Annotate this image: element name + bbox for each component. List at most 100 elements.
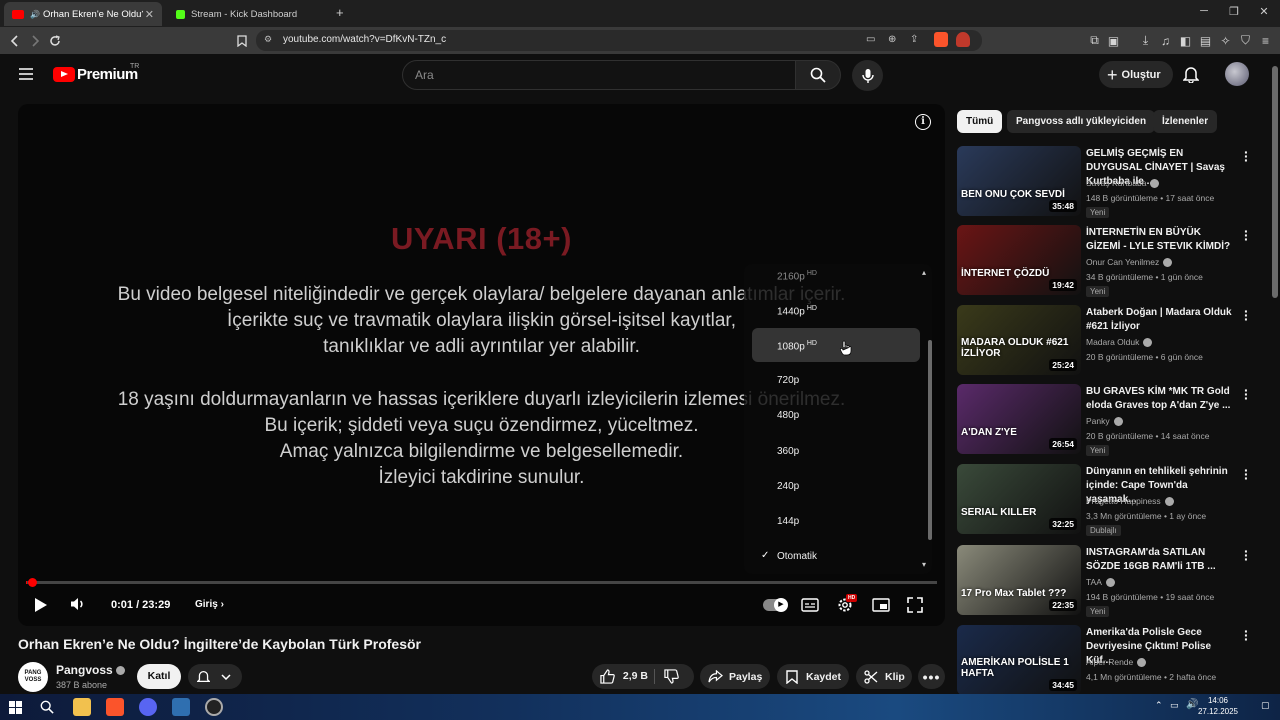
tray-chevron-up-icon[interactable]: ⌃ (1155, 700, 1163, 711)
recommended-video[interactable]: A'DAN Z'YE 26:54 BU GRAVES KİM *MK TR Gold… (957, 383, 1257, 456)
like-button[interactable]: 2,9 B (600, 669, 648, 684)
quality-option-selected[interactable]: Otomatik (777, 551, 817, 562)
more-options-icon[interactable]: · · · (1244, 544, 1249, 566)
progress-bar[interactable] (26, 578, 937, 587)
tab-kick[interactable]: Stream - Kick Dashboard (168, 2, 326, 26)
leo-icon[interactable]: ✧ (1218, 33, 1233, 48)
network-icon[interactable]: ▭ (1170, 700, 1179, 711)
subscribe-bell-button[interactable] (188, 664, 242, 689)
video-thumbnail[interactable]: SERIAL KILLER 32:25 (957, 464, 1081, 534)
site-settings-icon[interactable]: ⚙ (264, 34, 272, 45)
sidebar-toggle-icon[interactable]: ◧ (1178, 33, 1193, 48)
more-options-icon[interactable]: · · · (1244, 463, 1249, 485)
more-options-icon[interactable]: · · · (1244, 383, 1249, 405)
recommended-channel[interactable]: Onur Can Yenilmez (1086, 257, 1173, 267)
more-options-icon[interactable]: · · · (1244, 624, 1249, 646)
brave-browser-icon[interactable] (106, 698, 124, 716)
quality-option[interactable]: 2160p HD (777, 270, 817, 282)
dislike-button[interactable] (664, 669, 679, 684)
play-icon[interactable] (34, 597, 48, 613)
minimize-icon[interactable]: ─ (1196, 5, 1212, 17)
wallet-card-icon[interactable]: ▤ (1198, 33, 1213, 48)
windows-start-icon[interactable] (9, 701, 22, 714)
more-options-icon[interactable]: · · · (1244, 304, 1249, 326)
music-icon[interactable]: ♫ (1158, 33, 1173, 48)
quality-option[interactable]: 240p (777, 481, 799, 492)
recommended-channel[interactable]: Alper Rende (1086, 657, 1147, 667)
brave-shield-icon[interactable] (934, 32, 948, 47)
recommended-channel[interactable]: Savaş Kurtbaba (1086, 178, 1160, 188)
recommended-video[interactable]: İNTERNET ÇÖZDÜ 19:42 İNTERNETİN EN BÜYÜK G… (957, 224, 1257, 297)
reload-icon[interactable] (47, 33, 62, 48)
chip-from-uploader[interactable]: Pangvoss adlı yükleyiciden (1007, 110, 1156, 133)
extensions-icon[interactable]: ⧉ (1087, 33, 1102, 48)
logo-text[interactable]: Premium (77, 66, 138, 83)
taskbar-clock[interactable]: 14:06 27.12.2025 (1195, 695, 1241, 717)
close-window-icon[interactable]: ✕ (1256, 5, 1272, 18)
hamburger-menu-icon[interactable] (19, 68, 33, 80)
info-icon[interactable]: i (915, 114, 931, 130)
video-thumbnail[interactable]: BEN ONU ÇOK SEVDİ 35:48 (957, 146, 1081, 216)
quality-option-hovered[interactable]: 1080p HD (777, 340, 817, 352)
address-bar[interactable]: ⚙ youtube.com/watch?v=DfKvN-TZn_c ▭ ⊕ ⇪ (256, 30, 982, 51)
recommended-video[interactable]: 17 Pro Max Tablet ??? 22:35 INSTAGRAM'da S… (957, 544, 1257, 617)
recommended-channel[interactable]: Panky (1086, 416, 1123, 426)
save-button[interactable]: Kaydet (777, 664, 849, 689)
quality-option[interactable]: 144p (777, 516, 799, 527)
more-actions-button[interactable]: ••• (918, 664, 945, 689)
app-icon[interactable] (172, 698, 190, 716)
page-scrollbar[interactable] (1270, 54, 1280, 694)
new-tab-button[interactable]: + (336, 5, 344, 20)
voice-search-button[interactable] (852, 60, 883, 91)
notification-center-icon[interactable]: ▢ (1261, 700, 1270, 711)
video-thumbnail[interactable]: İNTERNET ÇÖZDÜ 19:42 (957, 225, 1081, 295)
recommended-channel[interactable]: Progetto Happiness (1086, 496, 1174, 506)
scroll-up-icon[interactable]: ▴ (922, 268, 926, 277)
clip-button[interactable]: Klip (856, 664, 912, 689)
discord-icon[interactable] (139, 698, 157, 716)
back-icon[interactable] (7, 33, 22, 48)
recommended-title[interactable]: BU GRAVES KİM *MK TR Gold eloda Graves t… (1086, 385, 1238, 413)
recommended-title[interactable]: İNTERNETİN EN BÜYÜK GİZEMİ - LYLE STEVIK… (1086, 226, 1238, 254)
restore-icon[interactable]: ❐ (1226, 5, 1242, 18)
recommended-video[interactable]: SERIAL KILLER 32:25 Dünyanın en tehlikeli … (957, 463, 1257, 536)
tab-close-icon[interactable]: ✕ (145, 8, 154, 21)
share-page-icon[interactable]: ⇪ (910, 34, 918, 45)
menu-icon[interactable]: ≡ (1258, 33, 1273, 48)
quality-option[interactable]: 720p (777, 375, 799, 386)
quality-option[interactable]: 480p (777, 410, 799, 421)
autoplay-toggle[interactable]: ▶ (763, 598, 788, 612)
page-scrollbar-thumb[interactable] (1272, 66, 1278, 298)
share-button[interactable]: Paylaş (700, 664, 770, 689)
zoom-icon[interactable]: ⊕ (888, 34, 896, 45)
channel-name[interactable]: Pangvoss (56, 663, 126, 677)
obs-icon[interactable] (205, 698, 223, 716)
tab-youtube[interactable]: 🔊 Orhan Ekren'e Ne Oldu? İngilt ✕ (4, 2, 162, 26)
quality-menu-scrollbar[interactable] (928, 340, 932, 540)
video-player[interactable]: UYARI (18+) Bu video belgesel niteliğind… (18, 104, 945, 626)
progress-scrubber[interactable] (28, 578, 37, 587)
notifications-bell-icon[interactable] (1183, 65, 1199, 83)
wallet-icon[interactable]: ▣ (1106, 33, 1121, 48)
forward-icon[interactable] (27, 33, 42, 48)
create-button[interactable]: + Oluştur (1099, 61, 1173, 88)
download-icon[interactable]: ⤓ (1138, 33, 1153, 48)
recommended-video[interactable]: MADARA OLDUK #621 İZLİYOR 25:24 Ataberk Do… (957, 304, 1257, 375)
taskbar-search-icon[interactable] (40, 700, 54, 714)
bookmark-icon[interactable] (234, 33, 249, 48)
file-explorer-icon[interactable] (73, 698, 91, 716)
vpn-icon[interactable]: ⛉ (1238, 33, 1253, 48)
subtitles-icon[interactable] (801, 598, 819, 612)
chip-watched[interactable]: İzlenenler (1153, 110, 1218, 133)
recommended-video[interactable]: AMERİKAN POLİSLE 1 HAFTA 34:45 Amerika'da … (957, 624, 1257, 695)
chip-all[interactable]: Tümü (957, 110, 1003, 133)
more-options-icon[interactable]: · · · (1244, 145, 1249, 167)
search-button[interactable] (795, 60, 841, 90)
video-thumbnail[interactable]: MADARA OLDUK #621 İZLİYOR 25:24 (957, 305, 1081, 375)
video-thumbnail[interactable]: A'DAN Z'YE 26:54 (957, 384, 1081, 454)
join-button[interactable]: Katıl (137, 664, 181, 689)
search-input[interactable]: Ara (402, 60, 796, 90)
user-avatar[interactable] (1225, 62, 1249, 86)
video-thumbnail[interactable]: 17 Pro Max Tablet ??? 22:35 (957, 545, 1081, 615)
settings-gear-icon[interactable]: HD (836, 594, 858, 614)
